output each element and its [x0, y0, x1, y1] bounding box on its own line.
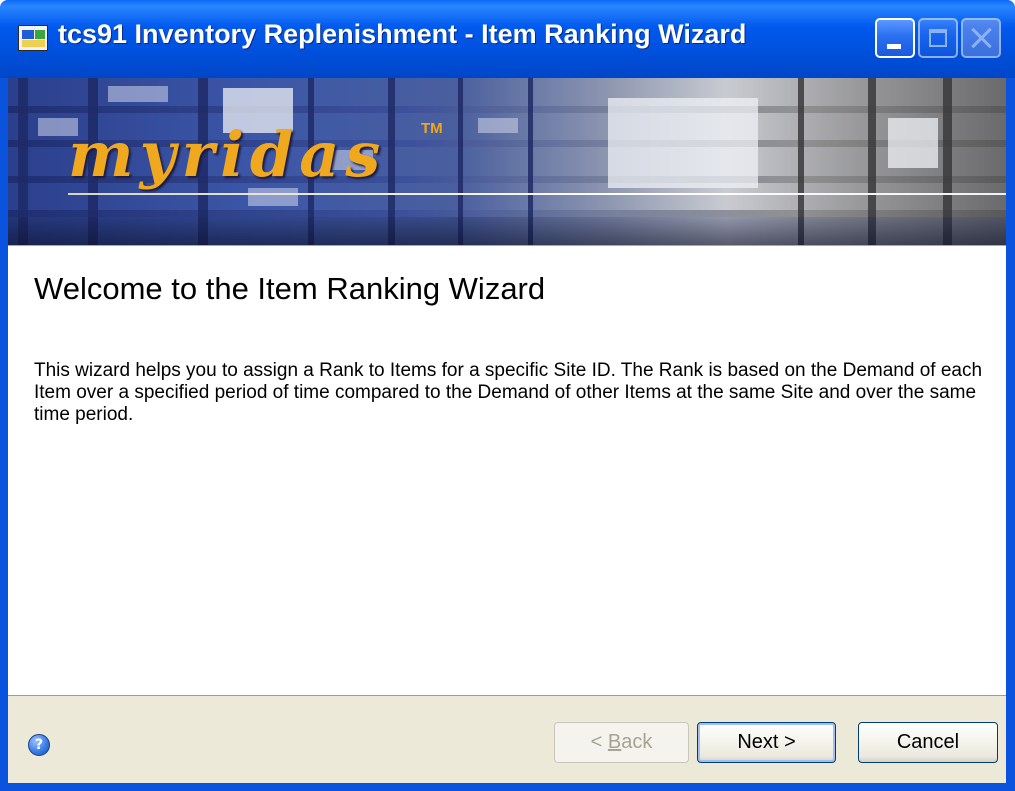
title-bar[interactable]: tcs91 Inventory Replenishment - Item Ran… — [0, 0, 1015, 78]
minimize-button[interactable] — [875, 18, 915, 58]
wizard-window: tcs91 Inventory Replenishment - Item Ran… — [0, 0, 1015, 791]
minimize-icon — [887, 44, 901, 49]
client-area: myridas TM Welcome to the Item Ranking W… — [8, 78, 1006, 783]
close-button[interactable] — [961, 18, 1001, 58]
back-label-suffix: ack — [621, 731, 653, 753]
cancel-button[interactable]: Cancel — [858, 722, 998, 763]
maximize-icon — [929, 29, 947, 47]
trademark-mark: TM — [421, 120, 443, 137]
next-button[interactable]: Next > — [697, 722, 836, 763]
back-label-mnemonic: B — [607, 731, 622, 753]
maximize-button[interactable] — [918, 18, 958, 58]
banner-separator — [8, 245, 1006, 253]
help-icon[interactable]: ? — [28, 734, 50, 756]
brand-underline — [68, 193, 1006, 195]
back-button[interactable]: < Back — [554, 722, 689, 763]
app-icon[interactable] — [18, 25, 48, 51]
brand-logo: myridas — [68, 118, 387, 191]
wizard-page: Welcome to the Item Ranking Wizard This … — [8, 253, 1006, 696]
button-bar: ? < Back Next > Cancel — [8, 696, 1006, 783]
brand-banner: myridas TM — [8, 78, 1006, 245]
back-label-prefix: < — [590, 731, 608, 753]
window-title: tcs91 Inventory Replenishment - Item Ran… — [58, 19, 747, 49]
page-description: This wizard helps you to assign a Rank t… — [34, 360, 983, 425]
page-title: Welcome to the Item Ranking Wizard — [34, 271, 546, 306]
